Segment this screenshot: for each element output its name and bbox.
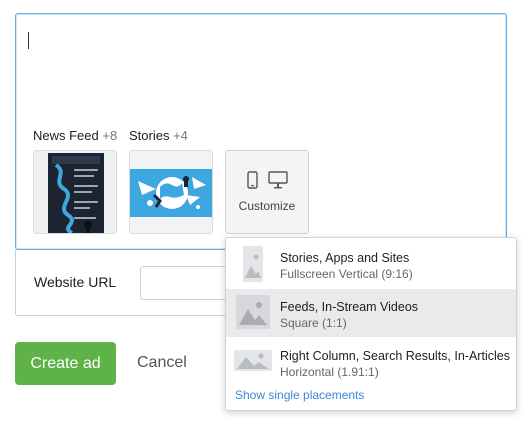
ad-text-editor[interactable]: News Feed +8 Stories +4 Customize [15,13,507,250]
placement-name: News Feed [33,128,99,143]
stories-preview-thumbnail[interactable] [129,150,213,234]
horizontal-image-icon [234,350,272,371]
placement-count: +8 [102,128,118,143]
dropdown-item-right-column[interactable]: Right Column, Search Results, In-Article… [226,338,516,386]
dropdown-item-subtitle: Fullscreen Vertical (9:16) [280,267,413,281]
dropdown-item-title: Feeds, In-Stream Videos [280,300,419,314]
square-image-icon [236,295,270,329]
dropdown-item-title: Stories, Apps and Sites [280,251,410,265]
placement-label-stories: Stories +4 [129,128,188,143]
customize-button[interactable]: Customize [225,150,309,234]
device-icons [246,171,288,189]
customize-label: Customize [238,199,296,213]
placement-label-news-feed: News Feed +8 [33,128,117,143]
dropdown-item-subtitle: Horizontal (1.91:1) [280,365,379,379]
show-single-placements-link[interactable]: Show single placements [235,388,364,402]
create-ad-label: Create ad [30,354,101,372]
placement-format-dropdown: Stories, Apps and Sites Fullscreen Verti… [225,237,517,411]
desktop-monitor-icon [267,171,288,189]
stories-preview-image [130,151,212,233]
placement-name: Stories [129,128,170,143]
website-url-label: Website URL [34,274,117,290]
news-feed-preview-image [34,151,116,233]
dropdown-item-subtitle: Square (1:1) [280,316,347,330]
vertical-image-icon [243,246,263,282]
mobile-phone-icon [246,171,258,189]
cancel-button[interactable]: Cancel [137,354,187,372]
dropdown-item-feeds-in-stream[interactable]: Feeds, In-Stream Videos Square (1:1) [226,289,516,337]
dropdown-item-title: Right Column, Search Results, In-Article… [280,349,510,363]
text-caret [28,32,29,49]
create-ad-button[interactable]: Create ad [15,342,116,385]
placement-count: +4 [173,128,188,143]
news-feed-preview-thumbnail[interactable] [33,150,117,234]
dropdown-item-stories-apps-sites[interactable]: Stories, Apps and Sites Fullscreen Verti… [226,240,516,288]
